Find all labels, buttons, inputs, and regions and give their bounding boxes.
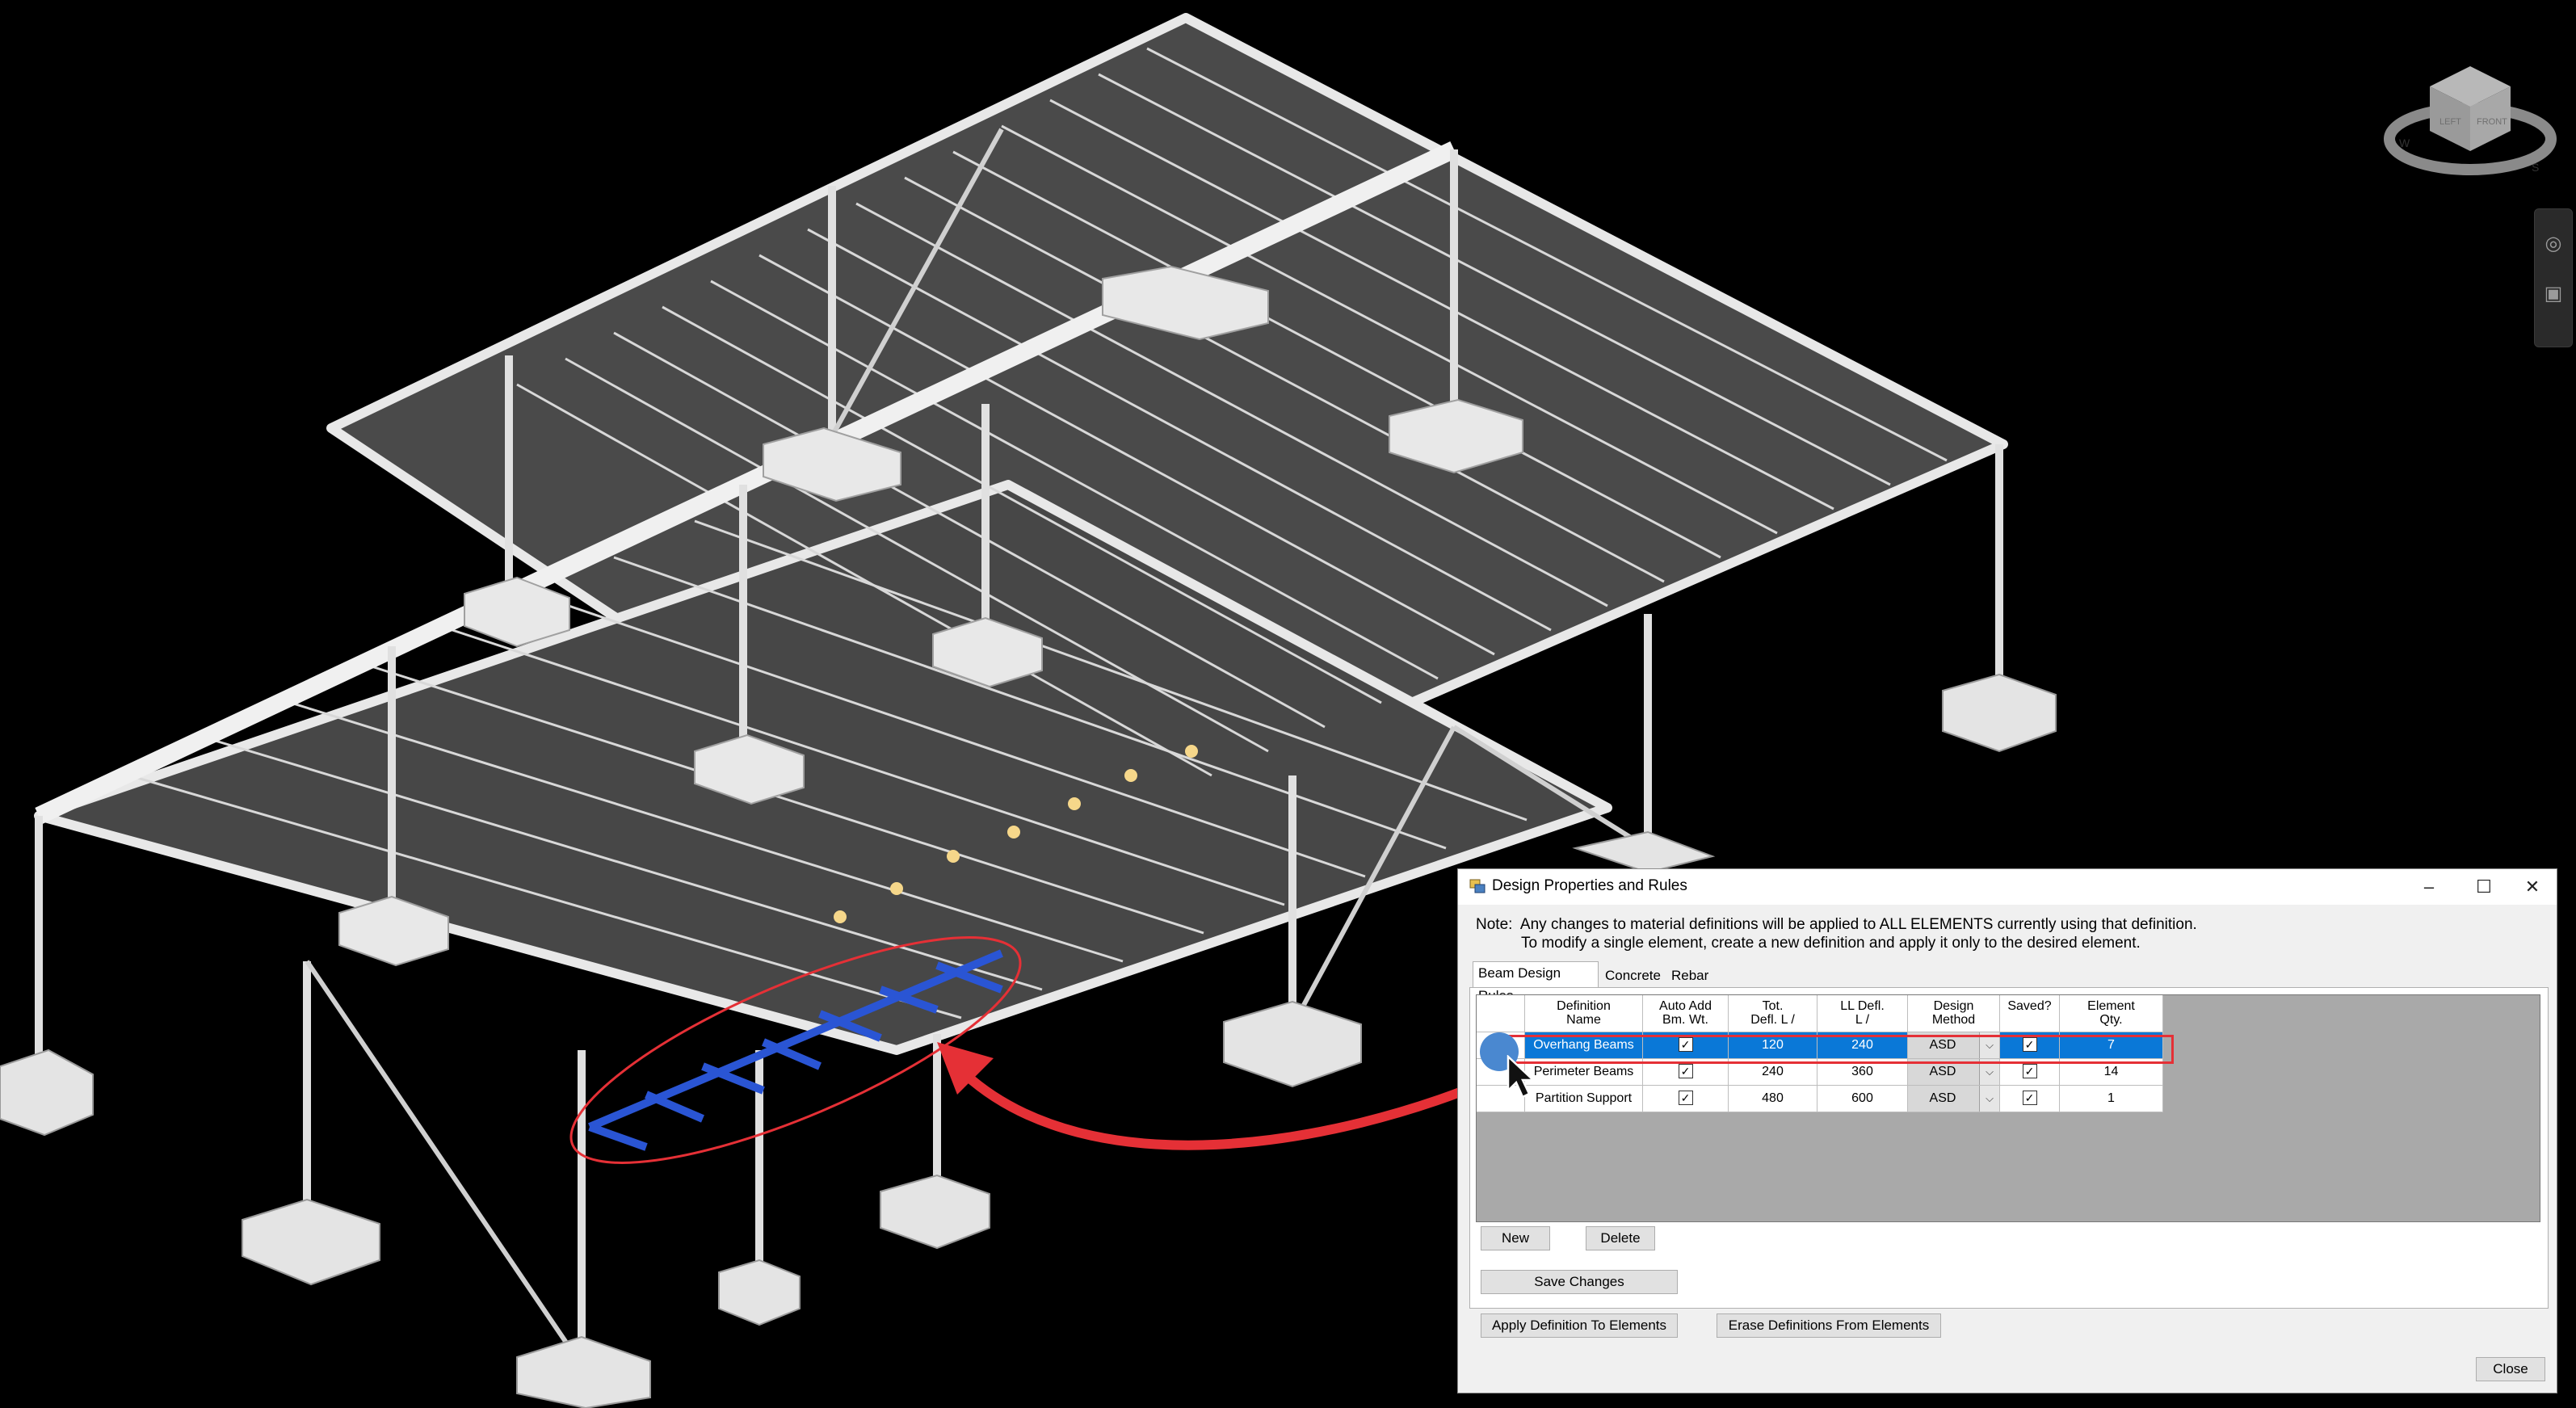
save-changes-button[interactable]: Save Changes <box>1481 1270 1678 1294</box>
row-header-corner <box>1477 995 1525 1032</box>
callout-arrow <box>961 1070 1497 1150</box>
checkbox-checked-icon[interactable]: ✓ <box>1678 1063 1693 1078</box>
design-method-select[interactable]: ASD ⌵ <box>1908 1086 2000 1112</box>
app-icon <box>1469 879 1486 893</box>
saved-checkbox[interactable]: ✓ <box>2000 1086 2060 1112</box>
auto-add-checkbox[interactable]: ✓ <box>1643 1086 1729 1112</box>
close-button[interactable]: Close <box>2476 1357 2545 1381</box>
col-header-ll-defl[interactable]: LL Defl. L / <box>1817 995 1908 1032</box>
design-properties-dialog: Design Properties and Rules – ☐ ✕ Note: … <box>1457 868 2557 1393</box>
close-window-button[interactable]: ✕ <box>2508 872 2557 902</box>
delete-button[interactable]: Delete <box>1586 1226 1655 1250</box>
cube-label-left: LEFT <box>2439 117 2461 127</box>
note-text-1: Note: Any changes to material definition… <box>1476 916 2197 933</box>
element-qty-cell: 1 <box>2060 1086 2163 1112</box>
view-cube[interactable]: LEFT FRONT W S <box>2381 58 2559 195</box>
pan-icon[interactable]: ▣ <box>2541 282 2565 306</box>
chevron-down-icon[interactable]: ⌵ <box>1979 1086 1999 1112</box>
row-highlight-outline <box>1502 1035 2174 1064</box>
definitions-grid[interactable]: Definition Name Auto Add Bm. Wt. Tot. Defl.… <box>1476 994 2540 1222</box>
col-header-element-qty[interactable]: Element Qty. <box>2060 995 2163 1032</box>
col-header-tot-defl[interactable]: Tot. Defl. L / <box>1729 995 1817 1032</box>
mouse-pointer-icon <box>1507 1055 1536 1099</box>
dialog-title: Design Properties and Rules <box>1492 877 1687 894</box>
navigation-bar[interactable]: ◎ ▣ <box>2534 208 2573 347</box>
new-button[interactable]: New <box>1481 1226 1550 1250</box>
note-text-2: To modify a single element, create a new… <box>1521 935 2141 952</box>
minimize-button[interactable]: – <box>2405 872 2453 902</box>
checkbox-checked-icon[interactable]: ✓ <box>2022 1063 2037 1078</box>
cube-label-front: FRONT <box>2477 117 2507 127</box>
checkbox-checked-icon[interactable]: ✓ <box>1678 1090 1693 1105</box>
compass-s: S <box>2532 161 2539 174</box>
checkbox-checked-icon[interactable]: ✓ <box>2022 1090 2037 1105</box>
erase-definitions-button[interactable]: Erase Definitions From Elements <box>1717 1313 1941 1338</box>
col-header-design-method[interactable]: Design Method <box>1908 995 2000 1032</box>
col-header-definition-name[interactable]: Definition Name <box>1525 995 1643 1032</box>
ll-defl-cell[interactable]: 600 <box>1817 1086 1908 1112</box>
maximize-button[interactable]: ☐ <box>2460 872 2508 902</box>
definition-name-cell[interactable]: Partition Support <box>1525 1086 1643 1112</box>
tab-beam-design-rules[interactable]: Beam Design Rules <box>1473 961 1599 1003</box>
steering-wheel-icon[interactable]: ◎ <box>2541 232 2565 256</box>
apply-definition-button[interactable]: Apply Definition To Elements <box>1481 1313 1678 1338</box>
col-header-saved[interactable]: Saved? <box>2000 995 2060 1032</box>
compass-w: W <box>2399 137 2410 149</box>
tot-defl-cell[interactable]: 480 <box>1729 1086 1817 1112</box>
col-header-auto-add[interactable]: Auto Add Bm. Wt. <box>1643 995 1729 1032</box>
tab-concrete[interactable]: Concrete <box>1600 965 1665 987</box>
tab-rebar[interactable]: Rebar <box>1666 965 1717 987</box>
title-bar[interactable]: Design Properties and Rules – ☐ ✕ <box>1458 869 2557 905</box>
